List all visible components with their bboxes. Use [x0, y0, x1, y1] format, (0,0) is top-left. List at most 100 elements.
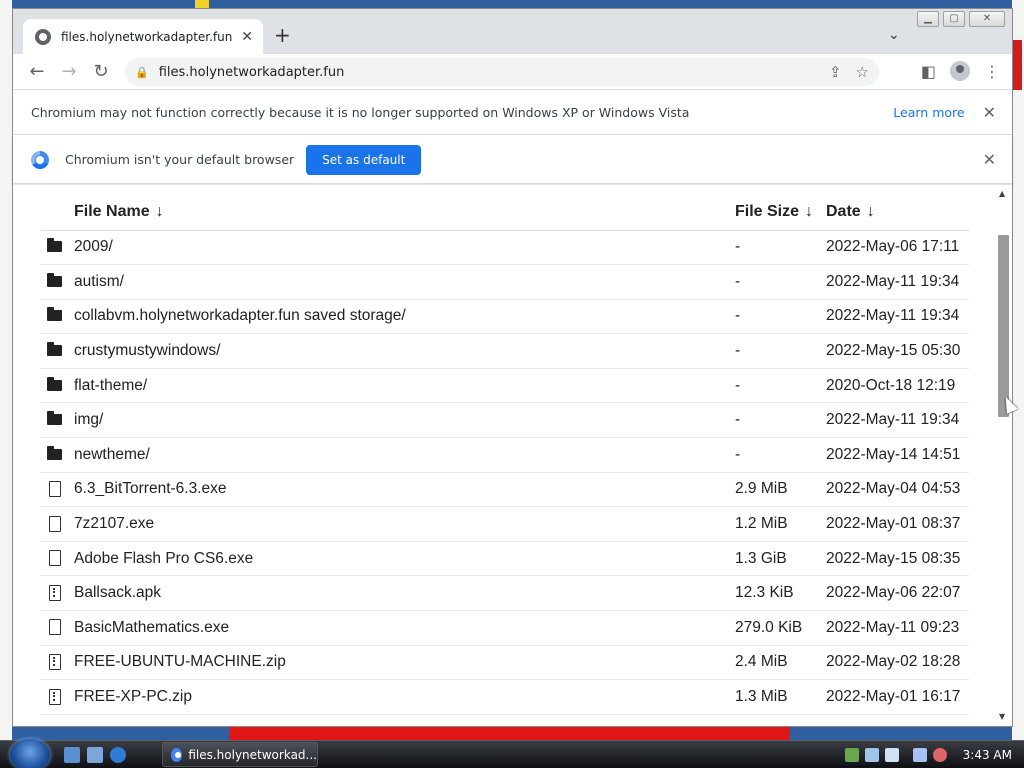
- table-row[interactable]: autism/-2022-May-11 19:34: [41, 264, 969, 300]
- tray-app-icon-2[interactable]: [884, 748, 899, 762]
- file-date-cell: 2022-May-06 17:11: [826, 230, 969, 266]
- file-name-link[interactable]: newtheme/: [74, 437, 735, 473]
- file-name-link[interactable]: FREE-XP-PC.zip: [74, 679, 735, 715]
- default-browser-message: Chromium isn't your default browser: [65, 152, 295, 167]
- file-name-link[interactable]: 6.3_BitTorrent-6.3.exe: [74, 472, 735, 508]
- file-date-cell: 2022-May-14 14:51: [826, 437, 969, 473]
- tab-strip: files.holynetworkadapter.fun ✕ + ⌄ ▁ ▢ ✕: [13, 9, 1012, 54]
- taskbar-window-button[interactable]: files.holynetworkad...: [162, 742, 318, 767]
- file-name-link[interactable]: Ballsack.apk: [74, 575, 735, 612]
- scroll-up-arrow-icon[interactable]: ▲: [999, 189, 1005, 198]
- table-row[interactable]: flat-theme/-2020-Oct-18 12:19: [41, 368, 969, 404]
- start-button[interactable]: [10, 739, 50, 768]
- file-icon: [49, 480, 61, 497]
- file-date-cell: 2022-May-11 19:34: [826, 264, 969, 300]
- tray-app-icon[interactable]: [864, 748, 879, 762]
- tab-close-icon[interactable]: ✕: [241, 29, 253, 45]
- system-tray: 3:43 AM: [844, 741, 1024, 768]
- table-row[interactable]: FREE-UBUNTU-MACHINE.zip 2.4 MiB 2022-May-0…: [41, 645, 969, 681]
- file-name-link[interactable]: 2009/: [74, 230, 735, 266]
- tab-title: files.holynetworkadapter.fun: [61, 29, 233, 44]
- internet-explorer-icon[interactable]: [110, 747, 126, 763]
- file-name-link[interactable]: BasicMathematics.exe: [74, 610, 735, 646]
- desktop-background: [0, 0, 12, 740]
- profile-avatar-icon[interactable]: [950, 61, 970, 81]
- browser-tab[interactable]: files.holynetworkadapter.fun ✕: [23, 19, 263, 54]
- table-row[interactable]: 2009/-2022-May-06 17:11: [41, 230, 969, 266]
- maximize-button[interactable]: ▢: [943, 11, 965, 27]
- menu-kebab-icon[interactable]: ⋮: [984, 62, 1000, 81]
- reload-button[interactable]: ↻: [87, 61, 115, 82]
- new-tab-button[interactable]: +: [274, 25, 291, 45]
- table-row[interactable]: collabvm.holynetworkadapter.fun saved st…: [41, 299, 969, 335]
- file-name-link[interactable]: flat-theme/: [74, 368, 735, 404]
- file-date-cell: 2022-May-15 05:30: [826, 333, 969, 369]
- sort-arrow-icon: ↓: [866, 203, 875, 221]
- folder-icon: [47, 272, 62, 287]
- file-size-cell: -: [735, 230, 826, 266]
- taskbar: files.holynetworkad... 3:43 AM: [0, 739, 1024, 768]
- side-panel-icon[interactable]: ◧: [921, 62, 936, 81]
- file-size-header[interactable]: File Size ↓: [735, 195, 826, 231]
- monitor-icon[interactable]: [912, 748, 927, 762]
- chromium-logo-icon: [31, 150, 49, 169]
- close-window-button[interactable]: ✕: [969, 11, 1005, 27]
- folder-icon: [47, 342, 62, 357]
- file-size-cell: 2.4 MiB: [735, 645, 826, 681]
- forward-button[interactable]: →: [55, 61, 83, 82]
- file-size-cell: 279.0 KiB: [735, 610, 826, 646]
- folder-icon: [47, 238, 62, 253]
- scrollbar-thumb[interactable]: [998, 235, 1009, 417]
- vertical-scrollbar[interactable]: ▲ ▼: [995, 185, 1012, 723]
- minimize-button[interactable]: ▁: [917, 11, 939, 27]
- file-size-cell: 1.2 MiB: [735, 506, 826, 542]
- file-size-cell: -: [735, 264, 826, 300]
- file-date-cell: 2022-May-06 22:07: [826, 575, 969, 612]
- default-infobar-close-icon[interactable]: ✕: [983, 150, 996, 169]
- file-date-cell: 2022-May-15 08:35: [826, 541, 969, 577]
- switch-windows-icon[interactable]: [87, 747, 103, 763]
- bookmark-star-icon[interactable]: ☆: [856, 63, 869, 81]
- file-date-cell: 2022-May-01 16:17: [826, 679, 969, 715]
- taskbar-clock[interactable]: 3:43 AM: [963, 748, 1012, 762]
- set-as-default-button[interactable]: Set as default: [306, 144, 422, 175]
- scroll-down-arrow-icon[interactable]: ▼: [999, 712, 1005, 721]
- address-bar[interactable]: 🔒 files.holynetworkadapter.fun ⇪ ☆: [125, 58, 879, 86]
- file-name-link[interactable]: collabvm.holynetworkadapter.fun saved st…: [74, 299, 735, 335]
- table-row[interactable]: Ballsack.apk 12.3 KiB 2022-May-06 22:07: [41, 575, 969, 612]
- file-name-link[interactable]: crustymustywindows/: [74, 333, 735, 369]
- archive-file-icon: [49, 653, 61, 670]
- browser-toolbar: ← → ↻ 🔒 files.holynetworkadapter.fun ⇪ ☆…: [13, 54, 1012, 90]
- show-desktop-icon[interactable]: [64, 747, 80, 763]
- table-row[interactable]: BasicMathematics.exe 279.0 KiB 2022-May-11…: [41, 610, 969, 646]
- file-name-link[interactable]: 7z2107.exe: [74, 506, 735, 542]
- file-size-cell: 2.9 MiB: [735, 472, 826, 508]
- table-row[interactable]: Adobe Flash Pro CS6.exe 1.3 GiB 2022-May-1…: [41, 541, 969, 577]
- file-name-header[interactable]: File Name ↓: [74, 195, 735, 231]
- share-icon[interactable]: ⇪: [829, 63, 842, 81]
- table-row[interactable]: 6.3_BitTorrent-6.3.exe 2.9 MiB 2022-May-04…: [41, 472, 969, 508]
- learn-more-link[interactable]: Learn more: [893, 105, 964, 120]
- table-row[interactable]: 7z2107.exe 1.2 MiB 2022-May-01 08:37: [41, 506, 969, 542]
- file-date-cell: 2020-Oct-18 12:19: [826, 368, 969, 404]
- file-name-link[interactable]: img/: [74, 402, 735, 439]
- table-row[interactable]: FREE-XP-PC.zip 1.3 MiB 2022-May-01 16:17: [41, 679, 969, 715]
- infobar-close-icon[interactable]: ✕: [983, 103, 996, 122]
- folder-icon: [47, 411, 62, 426]
- network-icon[interactable]: [844, 748, 859, 762]
- file-name-link[interactable]: Adobe Flash Pro CS6.exe: [74, 541, 735, 577]
- default-browser-infobar: Chromium isn't your default browser Set …: [13, 136, 1012, 184]
- table-row[interactable]: img/-2022-May-11 19:34: [41, 402, 969, 439]
- file-icon: [49, 550, 61, 567]
- table-row[interactable]: newtheme/-2022-May-14 14:51: [41, 437, 969, 473]
- volume-muted-icon[interactable]: [932, 748, 947, 762]
- tab-search-chevron-icon[interactable]: ⌄: [888, 27, 900, 43]
- table-header-row: File Name ↓ File Size ↓ Date ↓: [41, 195, 969, 231]
- file-name-link[interactable]: autism/: [74, 264, 735, 300]
- back-button[interactable]: ←: [23, 61, 51, 82]
- table-row[interactable]: crustymustywindows/-2022-May-15 05:30: [41, 333, 969, 369]
- file-size-cell: 1.3 MiB: [735, 679, 826, 715]
- lock-icon[interactable]: 🔒: [135, 66, 149, 79]
- date-header[interactable]: Date ↓: [826, 195, 969, 231]
- file-name-link[interactable]: FREE-UBUNTU-MACHINE.zip: [74, 645, 735, 681]
